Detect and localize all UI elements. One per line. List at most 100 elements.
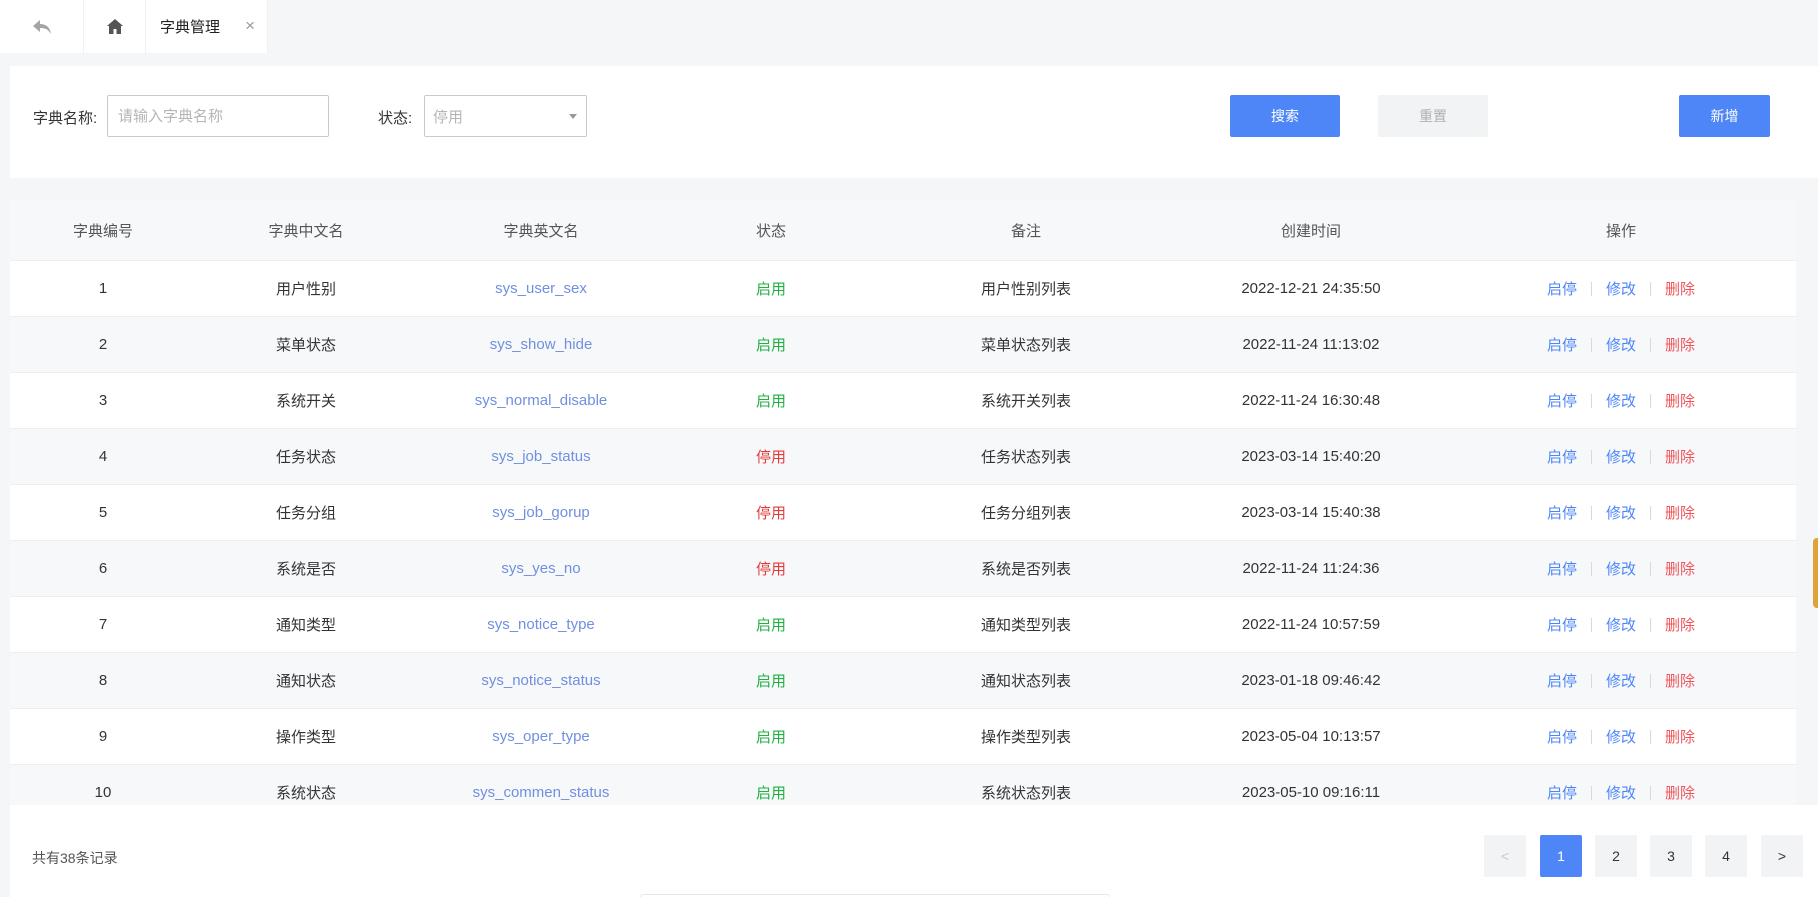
action-divider	[1590, 337, 1592, 352]
add-button[interactable]: 新增	[1679, 95, 1770, 137]
toggle-status-button[interactable]: 启停	[1547, 558, 1577, 579]
delete-button[interactable]: 删除	[1665, 390, 1695, 411]
toggle-status-button[interactable]: 启停	[1547, 334, 1577, 355]
table-row: 7 通知类型 sys_notice_type 启用 通知类型列表 2022-11-24 1…	[10, 596, 1796, 653]
cell-dict-en-name[interactable]: sys_notice_type	[416, 596, 666, 653]
edit-button[interactable]: 修改	[1606, 558, 1636, 579]
action-divider	[1650, 673, 1651, 688]
cell-dict-en-name[interactable]: sys_show_hide	[416, 316, 666, 373]
close-icon[interactable]: ×	[245, 16, 255, 36]
action-divider	[1590, 729, 1592, 744]
table-row: 6 系统是否 sys_yes_no 停用 系统是否列表 2022-11-24 11:24:…	[10, 540, 1796, 597]
cell-dict-en-name[interactable]: sys_job_gorup	[416, 484, 666, 541]
cell-dict-id: 8	[10, 652, 196, 709]
action-divider	[1590, 561, 1592, 576]
toggle-status-button[interactable]: 启停	[1547, 390, 1577, 411]
delete-button[interactable]: 删除	[1665, 502, 1695, 523]
action-divider	[1650, 561, 1651, 576]
page-1-button[interactable]: 1	[1540, 835, 1582, 877]
cell-created-time: 2022-11-24 11:13:02	[1176, 316, 1446, 373]
cell-dict-en-name[interactable]: sys_yes_no	[416, 540, 666, 597]
edit-button[interactable]: 修改	[1606, 726, 1636, 747]
table-row: 8 通知状态 sys_notice_status 启用 通知状态列表 2023-01-18…	[10, 652, 1796, 709]
tab-bar: 字典管理 ×	[0, 0, 1818, 53]
row-actions: 启停 修改 删除	[1547, 278, 1695, 299]
edit-button[interactable]: 修改	[1606, 782, 1636, 803]
dict-name-label: 字典名称:	[33, 110, 98, 127]
cell-operations: 启停 修改 删除	[1446, 260, 1796, 317]
edit-button[interactable]: 修改	[1606, 446, 1636, 467]
toggle-status-button[interactable]: 启停	[1547, 782, 1577, 803]
delete-button[interactable]: 删除	[1665, 446, 1695, 467]
cell-remark: 系统开关列表	[876, 372, 1176, 429]
delete-button[interactable]: 删除	[1665, 614, 1695, 635]
cell-status: 启用	[666, 596, 876, 653]
action-divider	[1650, 505, 1651, 520]
page-3-button[interactable]: 3	[1650, 835, 1692, 877]
dict-name-input[interactable]	[107, 95, 329, 137]
cell-remark: 通知类型列表	[876, 596, 1176, 653]
toggle-status-button[interactable]: 启停	[1547, 726, 1577, 747]
tab-dictionary-management[interactable]: 字典管理 ×	[146, 0, 268, 53]
cell-remark: 菜单状态列表	[876, 316, 1176, 373]
cell-dict-en-name[interactable]: sys_normal_disable	[416, 372, 666, 429]
delete-button[interactable]: 删除	[1665, 782, 1695, 803]
col-dict-id: 字典编号	[10, 200, 196, 261]
edit-button[interactable]: 修改	[1606, 502, 1636, 523]
action-divider	[1590, 785, 1592, 800]
cell-dict-id: 5	[10, 484, 196, 541]
cell-operations: 启停 修改 删除	[1446, 540, 1796, 597]
delete-button[interactable]: 删除	[1665, 670, 1695, 691]
toggle-status-button[interactable]: 启停	[1547, 614, 1577, 635]
edit-button[interactable]: 修改	[1606, 390, 1636, 411]
toggle-status-button[interactable]: 启停	[1547, 670, 1577, 691]
edit-button[interactable]: 修改	[1606, 278, 1636, 299]
cell-created-time: 2022-11-24 16:30:48	[1176, 372, 1446, 429]
cell-dict-en-name[interactable]: sys_job_status	[416, 428, 666, 485]
cell-remark: 用户性别列表	[876, 260, 1176, 317]
cell-status: 启用	[666, 372, 876, 429]
col-status: 状态	[666, 200, 876, 261]
cell-operations: 启停 修改 删除	[1446, 652, 1796, 709]
cell-operations: 启停 修改 删除	[1446, 484, 1796, 541]
row-actions: 启停 修改 删除	[1547, 334, 1695, 355]
cell-dict-en-name[interactable]: sys_user_sex	[416, 260, 666, 317]
page-2-button[interactable]: 2	[1595, 835, 1637, 877]
next-page-button[interactable]: >	[1761, 835, 1803, 877]
status-select[interactable]: 停用	[424, 95, 587, 137]
side-drawer-handle[interactable]	[1813, 538, 1818, 608]
home-button[interactable]	[84, 0, 146, 53]
cell-status: 启用	[666, 708, 876, 765]
toggle-status-button[interactable]: 启停	[1547, 446, 1577, 467]
prev-page-button[interactable]: <	[1484, 835, 1526, 877]
toggle-status-button[interactable]: 启停	[1547, 278, 1577, 299]
row-actions: 启停 修改 删除	[1547, 614, 1695, 635]
row-actions: 启停 修改 删除	[1547, 390, 1695, 411]
edit-button[interactable]: 修改	[1606, 670, 1636, 691]
delete-button[interactable]: 删除	[1665, 334, 1695, 355]
action-divider	[1590, 505, 1592, 520]
col-dict-cn-name: 字典中文名	[196, 200, 416, 261]
cell-status: 停用	[666, 540, 876, 597]
cell-remark: 任务状态列表	[876, 428, 1176, 485]
cell-dict-en-name[interactable]: sys_notice_status	[416, 652, 666, 709]
dictionary-table: 字典编号 字典中文名 字典英文名 状态 备注 创建时间 操作 1 用户性别 sys_…	[10, 200, 1796, 820]
row-actions: 启停 修改 删除	[1547, 446, 1695, 467]
delete-button[interactable]: 删除	[1665, 558, 1695, 579]
toggle-status-button[interactable]: 启停	[1547, 502, 1577, 523]
page-4-button[interactable]: 4	[1705, 835, 1747, 877]
search-button[interactable]: 搜索	[1230, 95, 1340, 137]
table-row: 5 任务分组 sys_job_gorup 停用 任务分组列表 2023-03-14 15:…	[10, 484, 1796, 541]
cell-dict-en-name[interactable]: sys_oper_type	[416, 708, 666, 765]
back-button[interactable]	[0, 0, 84, 53]
delete-button[interactable]: 删除	[1665, 278, 1695, 299]
edit-button[interactable]: 修改	[1606, 334, 1636, 355]
delete-button[interactable]: 删除	[1665, 726, 1695, 747]
reset-button[interactable]: 重置	[1378, 95, 1488, 137]
edit-button[interactable]: 修改	[1606, 614, 1636, 635]
cell-dict-cn-name: 任务分组	[196, 484, 416, 541]
back-arrow-icon	[32, 19, 51, 34]
cell-status: 启用	[666, 652, 876, 709]
cell-status: 启用	[666, 260, 876, 317]
action-divider	[1650, 729, 1651, 744]
